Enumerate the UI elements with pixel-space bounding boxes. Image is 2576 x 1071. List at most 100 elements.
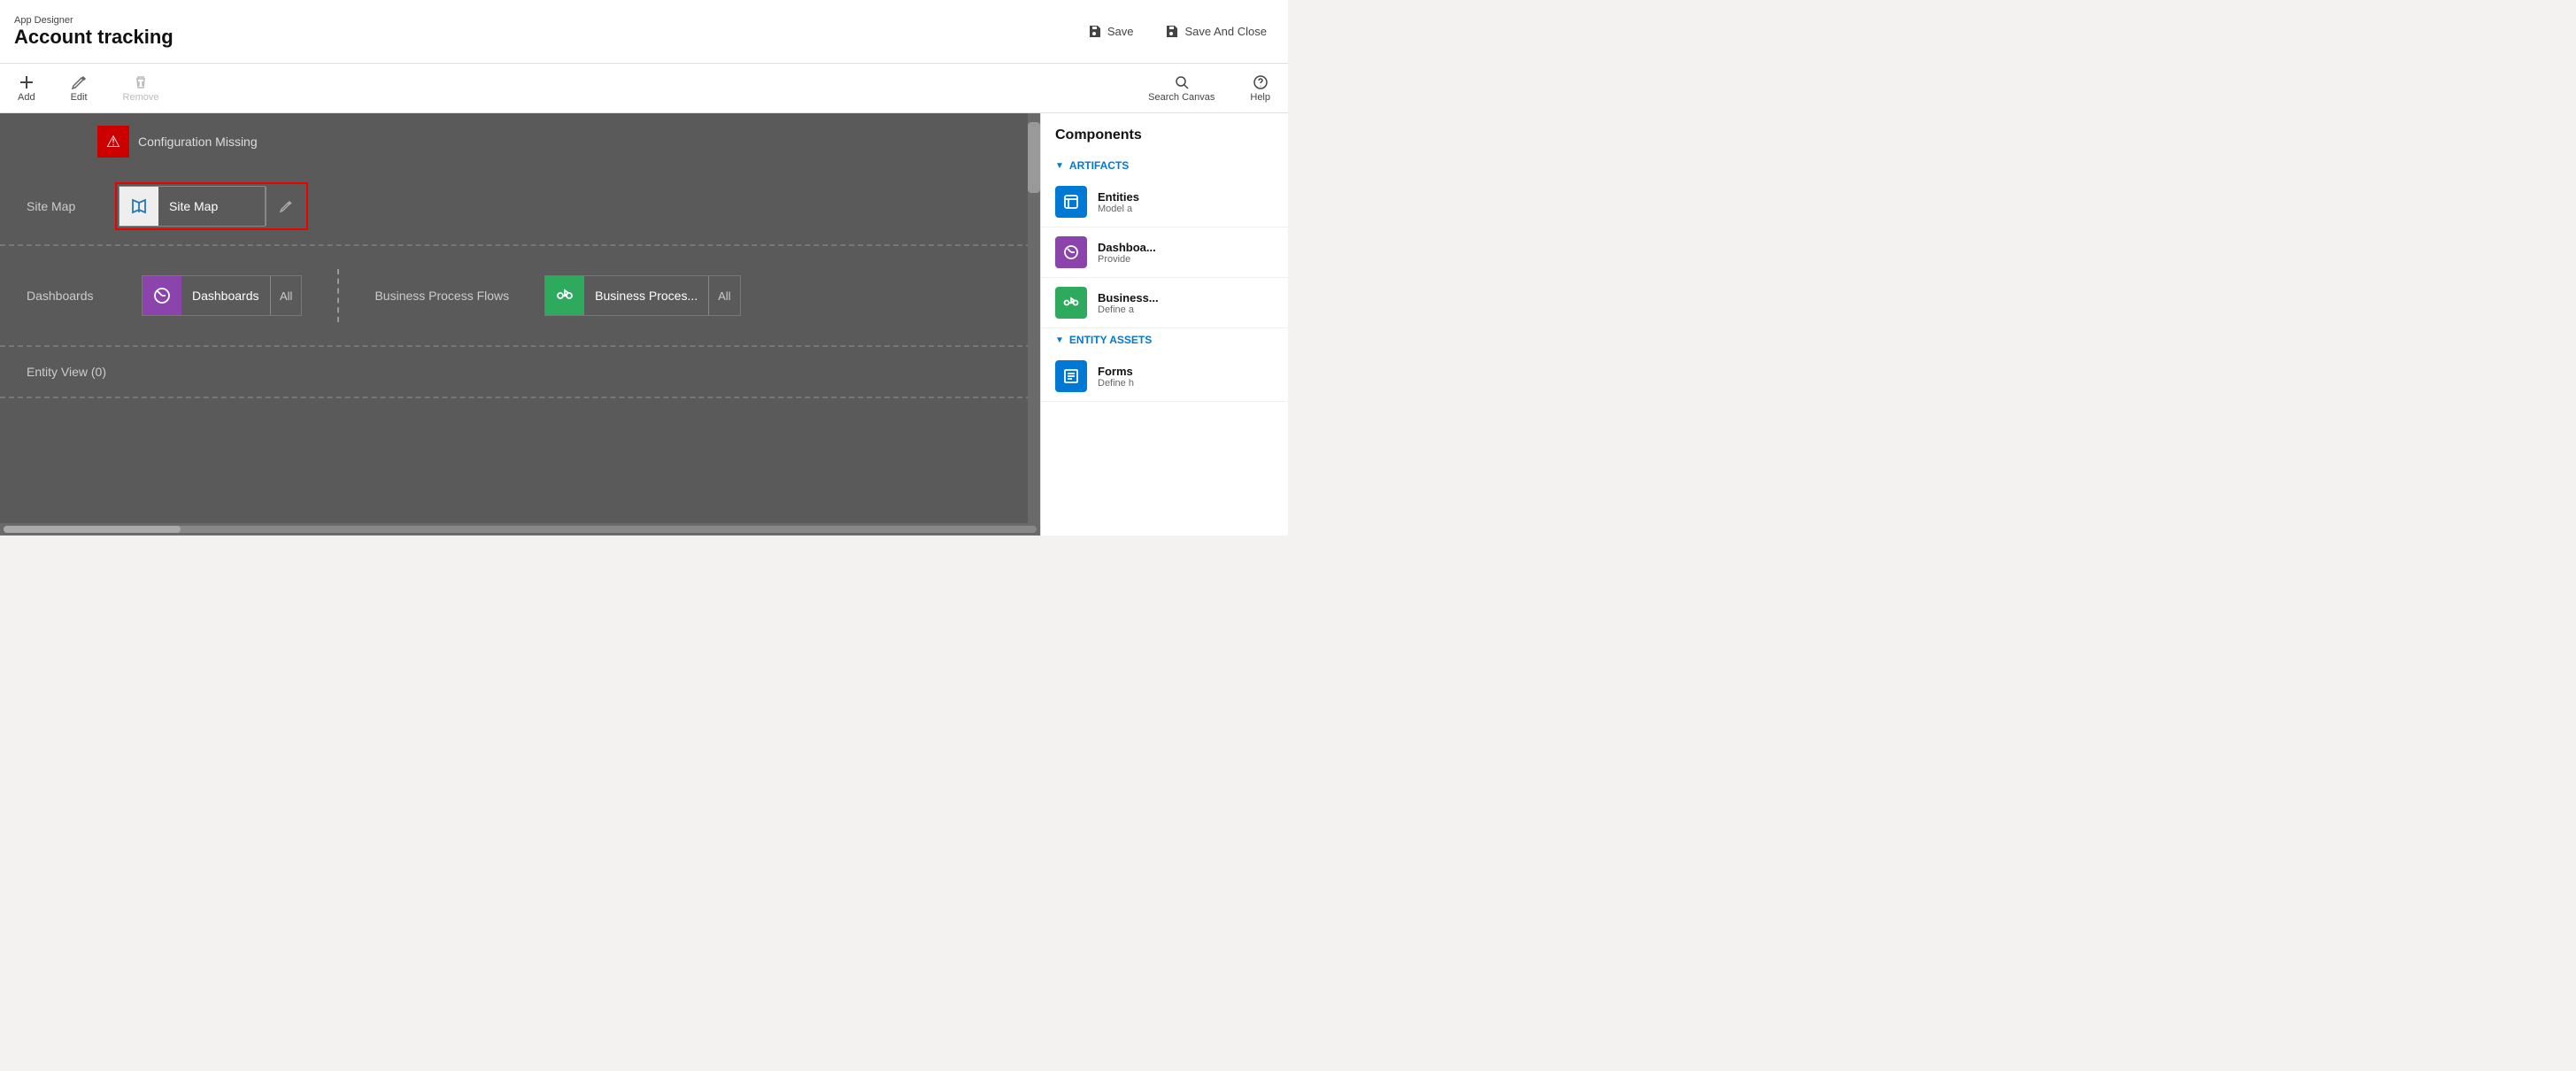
bpf-section-label: Business Process Flows bbox=[374, 289, 509, 303]
vertical-scrollbar[interactable] bbox=[1028, 113, 1040, 523]
dashboards-symbol-icon bbox=[1062, 243, 1080, 261]
entities-comp-name: Entities bbox=[1098, 190, 1139, 204]
warning-icon-box: ⚠ bbox=[97, 126, 129, 158]
entities-component-text: Entities Model a bbox=[1098, 190, 1139, 214]
dashboards-bpf-section: Dashboards Dashboards All bbox=[0, 246, 1040, 347]
vertical-divider bbox=[337, 269, 339, 322]
dashboards-card[interactable]: Dashboards All bbox=[142, 275, 302, 316]
warning-icon: ⚠ bbox=[106, 133, 120, 151]
dashboards-comp-desc: Provide bbox=[1098, 254, 1156, 265]
business-process-comp-name: Business... bbox=[1098, 291, 1159, 304]
horizontal-scrollbar[interactable] bbox=[0, 523, 1040, 536]
save-icon bbox=[1088, 25, 1102, 39]
components-title: Components bbox=[1041, 127, 1288, 154]
bpf-card-text: Business Proces... bbox=[584, 289, 708, 303]
main-container: ⚠ Configuration Missing Site Map bbox=[0, 113, 1288, 536]
search-canvas-button[interactable]: Search Canvas bbox=[1141, 71, 1222, 106]
entities-comp-desc: Model a bbox=[1098, 204, 1139, 214]
help-icon bbox=[1253, 74, 1269, 90]
sitemap-card[interactable]: Site Map bbox=[119, 186, 266, 227]
dashboards-comp-name: Dashboa... bbox=[1098, 241, 1156, 254]
remove-button[interactable]: Remove bbox=[116, 71, 166, 106]
sitemap-card-container: Site Map bbox=[115, 182, 308, 230]
artifacts-label: ARTIFACTS bbox=[1069, 159, 1129, 172]
entities-icon bbox=[1055, 186, 1087, 218]
edit-pencil-icon bbox=[279, 199, 293, 213]
dashboards-component-text: Dashboa... Provide bbox=[1098, 241, 1156, 265]
help-button[interactable]: Help bbox=[1243, 71, 1277, 106]
forms-component-item[interactable]: Forms Define h bbox=[1041, 351, 1288, 402]
bpf-all-button[interactable]: All bbox=[708, 276, 739, 315]
business-process-symbol-icon bbox=[1062, 294, 1080, 312]
app-title: Account tracking bbox=[14, 26, 174, 49]
help-label: Help bbox=[1250, 92, 1270, 103]
artifacts-section-header[interactable]: ▼ ARTIFACTS bbox=[1041, 154, 1288, 177]
canvas: ⚠ Configuration Missing Site Map bbox=[0, 113, 1040, 536]
entity-assets-label: ENTITY ASSETS bbox=[1069, 334, 1152, 346]
add-button[interactable]: Add bbox=[11, 71, 42, 106]
forms-comp-icon bbox=[1055, 360, 1087, 392]
forms-component-text: Forms Define h bbox=[1098, 365, 1134, 389]
save-button[interactable]: Save bbox=[1081, 21, 1141, 42]
dashboards-all-button[interactable]: All bbox=[270, 276, 301, 315]
dashboards-section-label: Dashboards bbox=[27, 289, 124, 303]
bpf-icon bbox=[555, 286, 575, 305]
toolbar: Add Edit Remove Search Canvas bbox=[0, 64, 1288, 113]
dashboard-icon bbox=[152, 286, 172, 305]
edit-icon bbox=[71, 74, 87, 90]
dashboards-component-item[interactable]: Dashboa... Provide bbox=[1041, 227, 1288, 278]
dashboards-comp-icon bbox=[1055, 236, 1087, 268]
v-scroll-thumb[interactable] bbox=[1028, 122, 1040, 193]
header-right: Save Save And Close bbox=[1081, 21, 1274, 42]
app-designer-label: App Designer bbox=[14, 15, 174, 26]
search-canvas-icon bbox=[1174, 74, 1190, 90]
sitemap-edit-button[interactable] bbox=[266, 187, 305, 226]
sitemap-card-icon bbox=[120, 187, 158, 226]
canvas-spacer bbox=[0, 398, 1040, 523]
entities-component-item[interactable]: Entities Model a bbox=[1041, 177, 1288, 227]
edit-button[interactable]: Edit bbox=[64, 71, 95, 106]
forms-symbol-icon bbox=[1062, 367, 1080, 385]
config-missing-text: Configuration Missing bbox=[138, 135, 258, 149]
entities-symbol-icon bbox=[1062, 193, 1080, 211]
edit-label: Edit bbox=[71, 92, 88, 103]
header-left: App Designer Account tracking bbox=[14, 15, 174, 49]
sitemap-row: Site Map Site Map bbox=[0, 165, 1040, 244]
remove-icon bbox=[133, 74, 149, 90]
h-scroll-track bbox=[4, 526, 1037, 533]
config-missing-banner: ⚠ Configuration Missing bbox=[97, 126, 1040, 158]
h-scroll-thumb[interactable] bbox=[4, 526, 181, 533]
save-and-close-label: Save And Close bbox=[1184, 25, 1267, 38]
search-canvas-label: Search Canvas bbox=[1148, 92, 1215, 103]
entity-view-section: Entity View (0) bbox=[0, 347, 1040, 397]
dashboards-row: Dashboards Dashboards All bbox=[0, 255, 1040, 336]
bpf-card-icon bbox=[545, 276, 584, 315]
dashboards-card-icon bbox=[143, 276, 181, 315]
entity-assets-section-header[interactable]: ▼ ENTITY ASSETS bbox=[1041, 328, 1288, 351]
forms-comp-name: Forms bbox=[1098, 365, 1134, 378]
toolbar-left: Add Edit Remove bbox=[11, 71, 166, 106]
toolbar-right: Search Canvas Help bbox=[1141, 71, 1277, 106]
remove-label: Remove bbox=[123, 92, 159, 103]
save-label: Save bbox=[1107, 25, 1134, 38]
header: App Designer Account tracking Save Save … bbox=[0, 0, 1288, 64]
entity-assets-chevron-icon: ▼ bbox=[1055, 335, 1064, 345]
entity-view-label: Entity View (0) bbox=[27, 365, 106, 379]
add-icon bbox=[19, 74, 35, 90]
save-close-icon bbox=[1165, 25, 1179, 39]
business-process-comp-desc: Define a bbox=[1098, 304, 1159, 315]
components-panel: Components ▼ ARTIFACTS Entities Model a bbox=[1040, 113, 1288, 536]
dashboards-card-text: Dashboards bbox=[181, 289, 270, 303]
sitemap-section: ⚠ Configuration Missing Site Map bbox=[0, 113, 1040, 246]
bpf-card[interactable]: Business Proces... All bbox=[544, 275, 740, 316]
save-and-close-button[interactable]: Save And Close bbox=[1158, 21, 1274, 42]
sitemap-icon bbox=[129, 196, 149, 216]
sitemap-card-text: Site Map bbox=[158, 199, 265, 213]
artifacts-chevron-icon: ▼ bbox=[1055, 161, 1064, 171]
forms-comp-desc: Define h bbox=[1098, 378, 1134, 389]
business-process-component-text: Business... Define a bbox=[1098, 291, 1159, 315]
business-process-component-item[interactable]: Business... Define a bbox=[1041, 278, 1288, 328]
business-process-comp-icon bbox=[1055, 287, 1087, 319]
sitemap-section-label: Site Map bbox=[27, 199, 97, 213]
add-label: Add bbox=[18, 92, 35, 103]
